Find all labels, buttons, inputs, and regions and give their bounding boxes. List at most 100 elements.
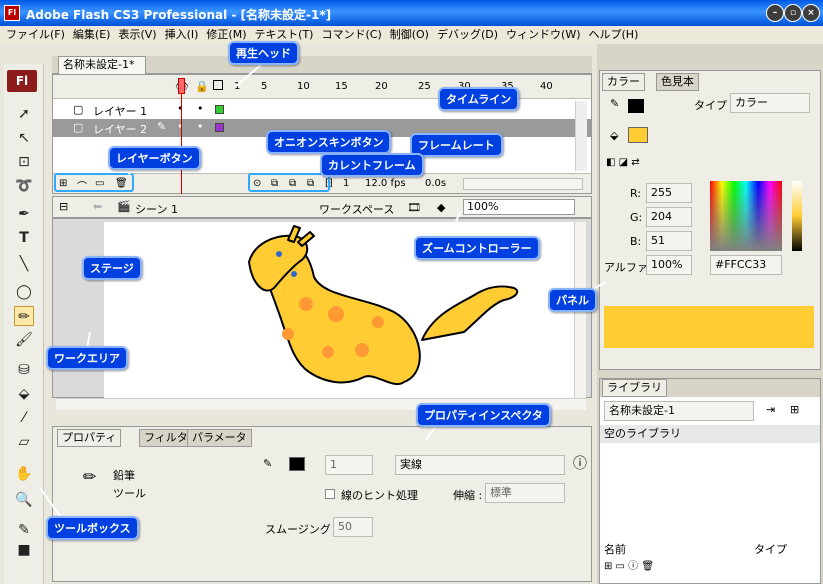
tab-swatches[interactable]: 色見本 [656, 73, 699, 91]
frame-number: 1 [234, 81, 241, 92]
frame-number: 15 [335, 81, 348, 92]
lasso-icon[interactable]: ➰ [14, 176, 34, 196]
hinting-label: 線のヒント処理 [341, 489, 418, 502]
layer-color-swatch[interactable] [215, 105, 224, 114]
r-field[interactable]: 255 [646, 183, 692, 203]
stroke-color-icon[interactable]: ✎ [14, 520, 34, 540]
minimize-icon[interactable]: – [766, 4, 784, 22]
document-tab[interactable]: 名称未設定-1* [58, 56, 146, 74]
library-actions-icon[interactable]: ⊞ ▭ ⓘ 🗑 [604, 557, 654, 572]
tab-parameters[interactable]: パラメータ [187, 429, 252, 447]
frame-rate[interactable]: 12.0 fps [365, 178, 406, 189]
color-spectrum[interactable] [710, 181, 782, 251]
edit-symbol-icon[interactable]: ◆ [437, 201, 445, 214]
g-label: G: [630, 211, 643, 224]
zoom-tool-icon[interactable]: 🔍 [14, 490, 34, 510]
eraser-icon[interactable]: ▱ [14, 432, 34, 452]
frame-number: 5 [261, 81, 268, 92]
r-label: R: [630, 187, 642, 200]
menu-control[interactable]: 制御(O) [390, 26, 429, 44]
brightness-slider[interactable] [792, 181, 802, 251]
stroke-color-swatch[interactable] [628, 99, 644, 113]
type-select[interactable]: カラー [730, 93, 810, 113]
hand-tool-icon[interactable]: ✋ [14, 464, 34, 484]
hex-field[interactable]: #FFCC33 [710, 255, 782, 275]
help-icon[interactable]: ⓘ [573, 453, 587, 473]
onion-buttons-highlight [248, 173, 330, 192]
oval-tool-icon[interactable]: ◯ [14, 282, 34, 302]
window-title: Adobe Flash CS3 Professional - [名称未設定-1*… [26, 8, 332, 22]
new-library-icon[interactable]: ⊞ [790, 403, 799, 416]
layer-buttons-highlight [54, 173, 134, 192]
paint-bucket-icon[interactable]: ⬙ [14, 384, 34, 404]
smoothing-field[interactable]: 50 [333, 517, 373, 537]
tab-properties[interactable]: プロパティ [57, 429, 122, 447]
library-col-name[interactable]: 名前 [604, 541, 626, 557]
callout-timeline: タイムライン [438, 87, 520, 111]
hinting-checkbox[interactable] [325, 489, 335, 499]
line-tool-icon[interactable]: ╲ [14, 254, 34, 274]
callout-playhead: 再生ヘッド [228, 41, 299, 65]
subselection-tool-icon[interactable]: ↖ [14, 128, 34, 148]
tab-color[interactable]: カラー [602, 73, 645, 91]
fill-color-icon[interactable]: ■ [14, 540, 34, 560]
close-icon[interactable]: × [802, 4, 820, 22]
restore-icon[interactable]: ▫ [784, 4, 802, 22]
free-transform-icon[interactable]: ⊡ [14, 152, 34, 172]
callout-frame-rate: フレームレート [410, 133, 503, 157]
fill-color-swatch[interactable] [628, 127, 648, 143]
menu-window[interactable]: ウィンドウ(W) [506, 26, 580, 44]
stroke-style-select[interactable]: 実線 [395, 455, 565, 475]
menu-edit[interactable]: 編集(E) [73, 26, 111, 44]
tab-library[interactable]: ライブラリ [602, 379, 667, 397]
stroke-size-field[interactable]: 1 [325, 455, 373, 475]
playhead[interactable] [178, 78, 185, 196]
layer-icon: ▢ [73, 103, 84, 116]
stroke-color-swatch[interactable] [289, 457, 305, 471]
pencil-tool-icon[interactable]: ✏ [14, 306, 34, 326]
scale-select[interactable]: 標準 [485, 483, 565, 503]
lock-icon[interactable]: 🔒 [195, 80, 209, 93]
library-doc-select[interactable]: 名称未設定-1 [604, 401, 754, 421]
selection-tool-icon[interactable]: ➚ [14, 104, 34, 124]
menu-insert[interactable]: 挿入(I) [165, 26, 199, 44]
timeline-toggle-icon[interactable]: ⊟ [59, 200, 68, 213]
stroke-pencil-icon: ✎ [263, 457, 273, 470]
scene-icon: 🎬 [117, 200, 131, 213]
pin-icon[interactable]: ⇥ [766, 403, 775, 416]
smoothing-label: スムージング : [265, 523, 338, 536]
app-icon: Fl [4, 5, 20, 21]
b-field[interactable]: 51 [646, 231, 692, 251]
pen-tool-icon[interactable]: ✒ [14, 204, 34, 224]
text-tool-icon[interactable]: T [14, 228, 34, 248]
callout-toolbox: ツールボックス [46, 516, 139, 540]
brush-tool-icon[interactable]: 🖌 [14, 330, 34, 350]
menu-help[interactable]: ヘルプ(H) [589, 26, 639, 44]
timeline-scrollbar[interactable] [575, 101, 587, 171]
edit-scene-icon[interactable]: 🎞 [407, 201, 421, 214]
ink-bottle-icon[interactable]: ⛁ [14, 360, 34, 380]
menu-debug[interactable]: デバッグ(D) [437, 26, 498, 44]
tab-filters[interactable]: フィルタ [139, 429, 193, 447]
frame-number: 40 [540, 81, 553, 92]
g-field[interactable]: 204 [646, 207, 692, 227]
library-col-type[interactable]: タイプ [754, 541, 787, 557]
zoom-control[interactable]: 100% [463, 199, 575, 215]
menu-commands[interactable]: コマンド(C) [321, 26, 381, 44]
title-bar: Fl Adobe Flash CS3 Professional - [名称未設定… [0, 0, 823, 26]
menu-file[interactable]: ファイル(F) [6, 26, 65, 44]
timeline-h-scrollbar[interactable] [463, 178, 583, 190]
back-icon[interactable]: ⬅ [93, 200, 102, 213]
menu-view[interactable]: 表示(V) [118, 26, 156, 44]
frame-number: 25 [418, 81, 431, 92]
lock-dot[interactable]: • [197, 120, 204, 133]
layer-color-swatch[interactable] [215, 123, 224, 132]
alpha-field[interactable]: 100% [646, 255, 692, 275]
default-colors-icon[interactable]: ◧ ◪ ⇄ [606, 157, 640, 168]
workspace-menu[interactable]: ワークスペース [319, 201, 394, 217]
alpha-label: アルファ: [604, 261, 652, 274]
outline-icon[interactable] [213, 80, 223, 90]
callout-panel: パネル [548, 288, 597, 312]
lock-dot[interactable]: • [197, 102, 204, 115]
eyedropper-icon[interactable]: ⁄ [14, 408, 34, 428]
